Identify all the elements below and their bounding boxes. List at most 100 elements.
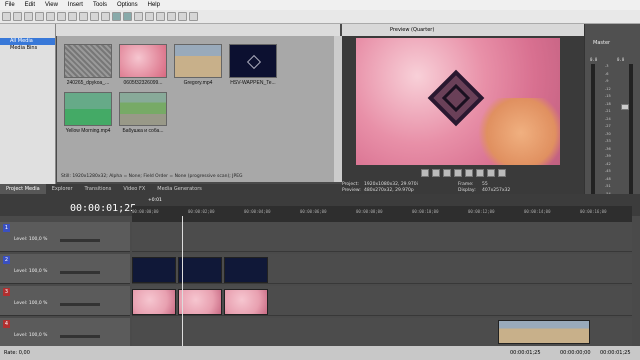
media-thumb[interactable] bbox=[64, 44, 112, 78]
master-scale-label: -6 bbox=[605, 71, 609, 76]
tree-item-all-media[interactable]: All Media bbox=[0, 38, 55, 45]
master-scale-label: -48 bbox=[605, 176, 611, 181]
tab-explorer[interactable]: Explorer bbox=[46, 184, 79, 194]
track-area[interactable] bbox=[132, 254, 632, 284]
status-time-a: 00:00:01;25 bbox=[510, 350, 541, 356]
normal-edit-tool-icon[interactable] bbox=[145, 12, 154, 21]
envelope-tool-icon[interactable] bbox=[156, 12, 165, 21]
redo-icon[interactable] bbox=[101, 12, 110, 21]
status-time-b: 00:00:00;00 bbox=[560, 350, 591, 356]
cut-icon[interactable] bbox=[57, 12, 66, 21]
master-bus: Master 0.0 0.0 -3 -6 -9 -12 -15 -18 -21 -24 -27-… bbox=[584, 24, 640, 214]
next-frame-icon[interactable] bbox=[497, 168, 506, 177]
tab-transitions[interactable]: Transitions bbox=[79, 184, 118, 194]
save-icon[interactable] bbox=[24, 12, 33, 21]
undo-icon[interactable] bbox=[90, 12, 99, 21]
project-value: 1920x1080x32, 29.970i bbox=[364, 182, 418, 187]
media-thumb-label: HSV-WAPPEN_Te... bbox=[230, 80, 276, 86]
selection-tool-icon[interactable] bbox=[167, 12, 176, 21]
menu-edit[interactable]: Edit bbox=[20, 2, 40, 8]
media-thumb[interactable] bbox=[174, 44, 222, 78]
ruler-tick-label: 00:00:08;00 bbox=[356, 209, 383, 214]
menu-help[interactable]: Help bbox=[143, 2, 165, 8]
track-header[interactable]: 2 Level: 100,0 % bbox=[0, 254, 130, 284]
open-icon[interactable] bbox=[13, 12, 22, 21]
media-thumb-label: Yellow Morning.mp4 bbox=[65, 128, 111, 134]
master-meter-right bbox=[629, 64, 633, 214]
snap-icon[interactable] bbox=[112, 12, 121, 21]
track-area[interactable] bbox=[132, 222, 632, 252]
media-thumb[interactable] bbox=[229, 44, 277, 78]
ruler-tick-label: 00:00:04;00 bbox=[244, 209, 271, 214]
media-scrollbar[interactable] bbox=[334, 36, 342, 182]
record-icon[interactable] bbox=[420, 168, 429, 177]
master-fader[interactable] bbox=[621, 104, 629, 110]
ruler-tick-label: 00:00:16;00 bbox=[580, 209, 607, 214]
image-clip[interactable] bbox=[224, 289, 268, 315]
new-icon[interactable] bbox=[2, 12, 11, 21]
track-level-slider[interactable] bbox=[60, 239, 100, 242]
track-header[interactable]: 1 Level: 100,0 % bbox=[0, 222, 130, 252]
menu-options[interactable]: Options bbox=[112, 2, 143, 8]
video-clip[interactable] bbox=[178, 257, 222, 283]
track-level-slider[interactable] bbox=[60, 335, 100, 338]
video-clip[interactable] bbox=[498, 320, 590, 344]
lock-envelopes-icon[interactable] bbox=[134, 12, 143, 21]
master-title: Master bbox=[593, 40, 611, 46]
track-number: 4 bbox=[3, 320, 10, 328]
video-clip[interactable] bbox=[132, 257, 176, 283]
track-header[interactable]: 4 Level: 100,0 % bbox=[0, 318, 130, 348]
auto-ripple-icon[interactable] bbox=[123, 12, 132, 21]
ruler-tick-label: 00:00:12;00 bbox=[468, 209, 495, 214]
menu-file[interactable]: File bbox=[0, 2, 20, 8]
menu-insert[interactable]: Insert bbox=[63, 2, 88, 8]
display-value: 407x257x32 bbox=[482, 188, 511, 193]
image-clip[interactable] bbox=[178, 289, 222, 315]
play-icon[interactable] bbox=[453, 168, 462, 177]
tab-video-fx[interactable]: Video FX bbox=[117, 184, 151, 194]
preview-label: Preview: bbox=[342, 188, 361, 193]
preview-toolbar: Preview (Quarter) bbox=[342, 24, 584, 36]
playhead[interactable] bbox=[182, 216, 183, 346]
help-icon[interactable] bbox=[189, 12, 198, 21]
paste-icon[interactable] bbox=[79, 12, 88, 21]
media-thumb[interactable] bbox=[64, 92, 112, 126]
timeline-ruler[interactable]: 00:00:00;00 00:00:02;00 00:00:04;00 00:00:0… bbox=[132, 206, 632, 222]
master-scale-label: -39 bbox=[605, 154, 611, 158]
play-from-start-icon[interactable] bbox=[442, 168, 451, 177]
preview-quality-select[interactable]: Preview (Quarter) bbox=[390, 27, 434, 33]
render-icon[interactable] bbox=[46, 12, 55, 21]
track-header[interactable]: 3 Level: 100,0 % bbox=[0, 286, 130, 316]
track-level: Level: 100,0 % bbox=[14, 301, 48, 306]
track-level-slider[interactable] bbox=[60, 303, 100, 306]
status-bar: Rate: 0,00 00:00:01;25 00:00:00;00 00:00… bbox=[0, 346, 640, 360]
prev-frame-icon[interactable] bbox=[486, 168, 495, 177]
tab-media-generators[interactable]: Media Generators bbox=[151, 184, 208, 194]
menu-tools[interactable]: Tools bbox=[88, 2, 112, 8]
track-area[interactable] bbox=[132, 318, 632, 348]
track-level-slider[interactable] bbox=[60, 271, 100, 274]
copy-icon[interactable] bbox=[68, 12, 77, 21]
track-area[interactable] bbox=[132, 286, 632, 316]
media-thumb[interactable] bbox=[119, 44, 167, 78]
media-thumb[interactable] bbox=[119, 92, 167, 126]
rate-value: Rate: 0,00 bbox=[4, 350, 30, 356]
menu-view[interactable]: View bbox=[40, 2, 63, 8]
timeline-timecode: 00:00:01;25 bbox=[70, 203, 137, 214]
zoom-tool-icon[interactable] bbox=[178, 12, 187, 21]
project-label: Project: bbox=[342, 182, 359, 187]
loop-icon[interactable] bbox=[431, 168, 440, 177]
marker-label: +0:01 bbox=[148, 198, 162, 203]
stop-icon[interactable] bbox=[475, 168, 484, 177]
properties-icon[interactable] bbox=[35, 12, 44, 21]
ruler-tick-label: 00:00:02;00 bbox=[188, 209, 215, 214]
video-clip[interactable] bbox=[224, 257, 268, 283]
tree-item-media-bins[interactable]: Media Bins bbox=[0, 45, 55, 52]
image-clip[interactable] bbox=[132, 289, 176, 315]
master-db-scale: -3 -6 -9 -12 -15 -18 -21 -24 -27 -30 -33 -36 -39 -42 -… bbox=[605, 64, 619, 214]
tab-project-media[interactable]: Project Media bbox=[0, 184, 46, 194]
pause-icon[interactable] bbox=[464, 168, 473, 177]
frame-value: 55 bbox=[482, 182, 488, 187]
media-thumb-label: Gregory.mp4 bbox=[183, 80, 213, 86]
track-number: 3 bbox=[3, 288, 10, 296]
